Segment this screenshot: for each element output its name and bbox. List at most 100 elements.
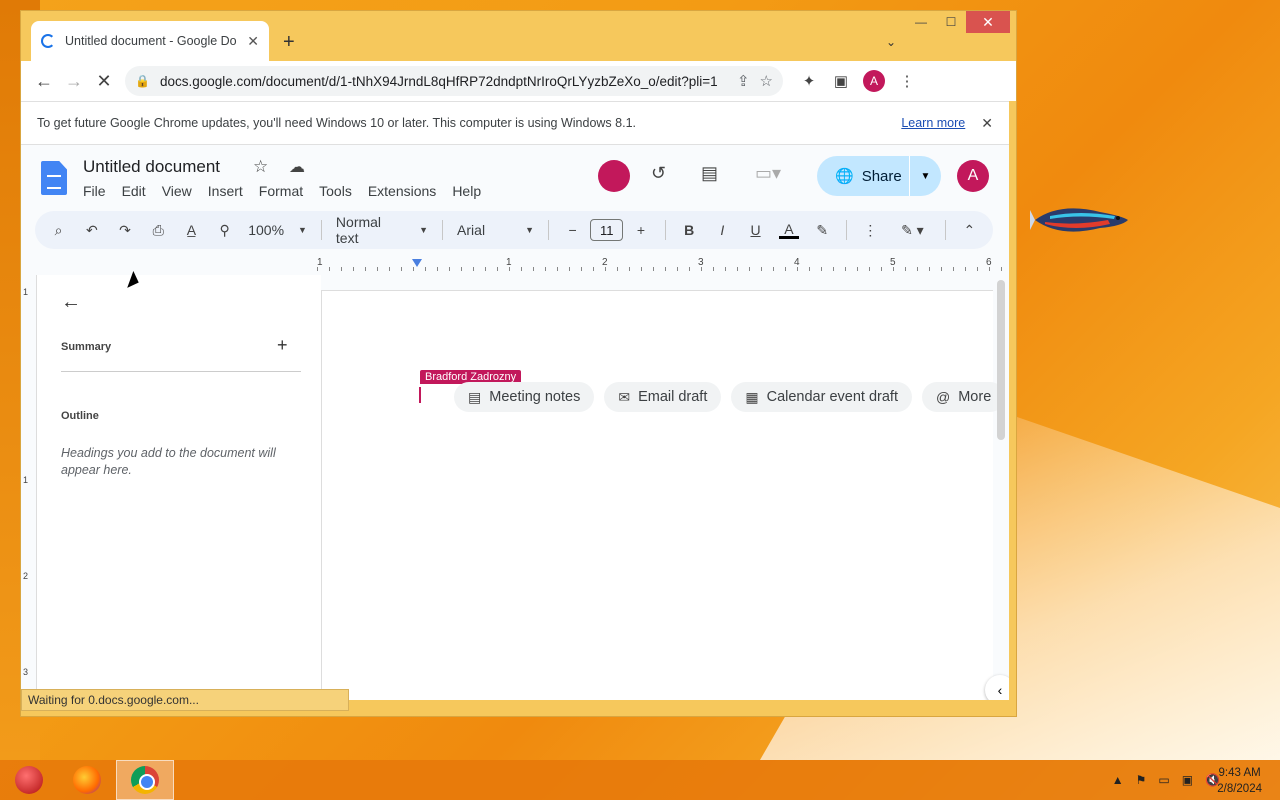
learn-more-link[interactable]: Learn more [901,116,965,130]
chip-label: Email draft [638,389,708,405]
taskbar-ornament-app[interactable] [0,760,58,800]
star-icon[interactable]: ☆ [253,157,268,177]
ruler-ticks [317,267,1009,271]
menu-format[interactable]: Format [259,183,303,199]
network-icon[interactable]: ▭ [1158,773,1169,787]
menu-extensions[interactable]: Extensions [368,183,436,199]
chevron-down-icon: ▼ [298,225,307,235]
outline-label: Outline [61,410,99,422]
document-page[interactable]: Bradford Zadrozny ▤ Meeting notes ✉ Emai… [321,290,1006,700]
menu-help[interactable]: Help [452,183,481,199]
collaborator-avatar[interactable] [598,160,630,192]
font-size-input[interactable]: 11 [590,219,624,241]
bold-icon[interactable]: B [674,222,705,238]
italic-icon[interactable]: I [707,222,738,238]
infobar-close-icon[interactable]: ✕ [981,115,993,132]
action-center-flag-icon[interactable]: ⚑ [1136,773,1147,787]
document-outline-panel: ← Summary + Outline Headings you add to … [37,275,321,700]
horizontal-ruler[interactable]: 1 1 2 3 4 5 6 [317,257,1009,271]
spellcheck-icon[interactable]: A̲ [176,222,207,238]
increase-font-size-icon[interactable]: + [625,222,656,238]
taskbar-chrome[interactable] [116,760,174,800]
side-panel-icon[interactable]: ▣ [825,72,857,90]
cloud-saved-icon[interactable]: ☁ [289,157,305,177]
chrome-menu-icon[interactable]: ⋮ [891,72,923,90]
vertical-scrollbar[interactable] [997,280,1005,440]
close-outline-arrow-icon[interactable]: ← [61,291,81,314]
chevron-down-icon: ▼ [419,225,429,235]
text-color-icon[interactable]: A [779,222,799,239]
docs-header: Untitled document ☆ ☁ File Edit View Ins… [21,145,1009,207]
vruler-number: 1 [23,287,29,297]
meet-camera-icon[interactable]: ▭▾ [755,163,781,184]
url-text: docs.google.com/document/d/1-tNhX94JrndL… [159,73,718,89]
chip-label: More [958,389,992,405]
chip-label: Calendar event draft [766,389,898,405]
zoom-select[interactable]: 100% ▼ [242,222,313,238]
redo-icon[interactable]: ↷ [109,222,140,239]
stop-loading-button[interactable]: ✕ [89,66,119,96]
docs-logo-icon[interactable] [41,161,67,195]
show-side-panel-chevron-icon[interactable]: ‹ [985,675,1009,700]
hide-menus-chevron-icon[interactable]: ⌃ [954,222,985,239]
account-avatar[interactable]: A [957,160,989,192]
vruler-number: 3 [23,667,29,677]
meeting-notes-chip[interactable]: ▤ Meeting notes [454,382,595,412]
tab-active[interactable]: Untitled document - Google Docs ✕ [31,21,269,61]
editing-mode-icon[interactable]: ✎ ▾ [888,222,937,239]
paint-format-icon[interactable]: ⚲ [209,222,240,239]
calendar-event-draft-chip[interactable]: ▦ Calendar event draft [731,382,912,412]
share-page-icon[interactable]: ⇪ [737,72,750,90]
bookmark-star-icon[interactable]: ☆ [760,72,773,90]
font-select[interactable]: Arial ▼ [451,222,540,238]
back-button[interactable]: ← [29,66,59,96]
extensions-puzzle-icon[interactable]: ✦ [793,72,825,90]
version-history-icon[interactable]: ↺ [651,163,666,184]
collaborator-cursor [419,387,421,403]
more-options-icon[interactable]: ⋮ [855,222,886,239]
address-bar[interactable]: 🔒 docs.google.com/document/d/1-tNhX94Jrn… [125,66,783,96]
menu-file[interactable]: File [83,183,106,199]
search-menus-icon[interactable]: ⌕ [43,222,74,239]
more-chip[interactable]: @ More [922,382,1006,412]
infobar-message: To get future Google Chrome updates, you… [37,116,636,130]
menu-edit[interactable]: Edit [122,183,146,199]
formatting-toolbar: ⌕ ↶ ↷ ⎙ A̲ ⚲ 100% ▼ Normal text ▼ Arial … [35,211,993,249]
separator [944,220,946,240]
menu-view[interactable]: View [162,183,192,199]
document-title[interactable]: Untitled document [83,157,220,177]
share-button[interactable]: 🌐 Share ▼ [817,156,941,196]
summary-label: Summary [61,341,112,353]
status-bubble: Waiting for 0.docs.google.com... [21,689,349,711]
highlight-pen-icon[interactable]: ✎ [807,222,838,239]
vertical-ruler[interactable]: 1 1 2 3 [21,275,37,700]
share-dropdown-icon[interactable]: ▼ [909,156,941,196]
share-main[interactable]: 🌐 Share [817,167,909,186]
taskbar-firefox[interactable] [58,760,116,800]
style-select[interactable]: Normal text ▼ [330,214,434,246]
print-icon[interactable]: ⎙ [143,222,174,239]
undo-icon[interactable]: ↶ [76,222,107,239]
menu-tools[interactable]: Tools [319,183,352,199]
comments-icon[interactable]: ▤ [701,163,718,184]
indent-marker[interactable] [412,259,422,267]
zoom-value: 100% [248,222,285,238]
add-summary-icon[interactable]: + [277,335,288,356]
decrease-font-size-icon[interactable]: − [557,222,588,238]
share-label: Share [861,167,902,185]
tray-expand-icon[interactable]: ▲ [1112,773,1124,787]
menu-insert[interactable]: Insert [208,183,243,199]
fish-screensaver-icon [1030,208,1128,232]
outline-hint: Headings you add to the document will ap… [61,446,276,477]
tab-close-icon[interactable]: ✕ [247,33,259,50]
profile-avatar[interactable]: A [863,70,885,92]
tab-strip: Untitled document - Google Docs ✕ + ⌄ [21,21,1016,61]
separator [320,220,322,240]
underline-icon[interactable]: U [740,222,771,238]
taskbar-clock[interactable]: 9:43 AM 2/8/2024 [1217,765,1262,797]
display-icon[interactable]: ▣ [1182,773,1193,787]
tab-search-chevron-icon[interactable]: ⌄ [886,35,896,49]
email-draft-chip[interactable]: ✉ Email draft [604,382,722,412]
forward-button[interactable]: → [59,66,89,96]
new-tab-button[interactable]: + [283,31,295,54]
